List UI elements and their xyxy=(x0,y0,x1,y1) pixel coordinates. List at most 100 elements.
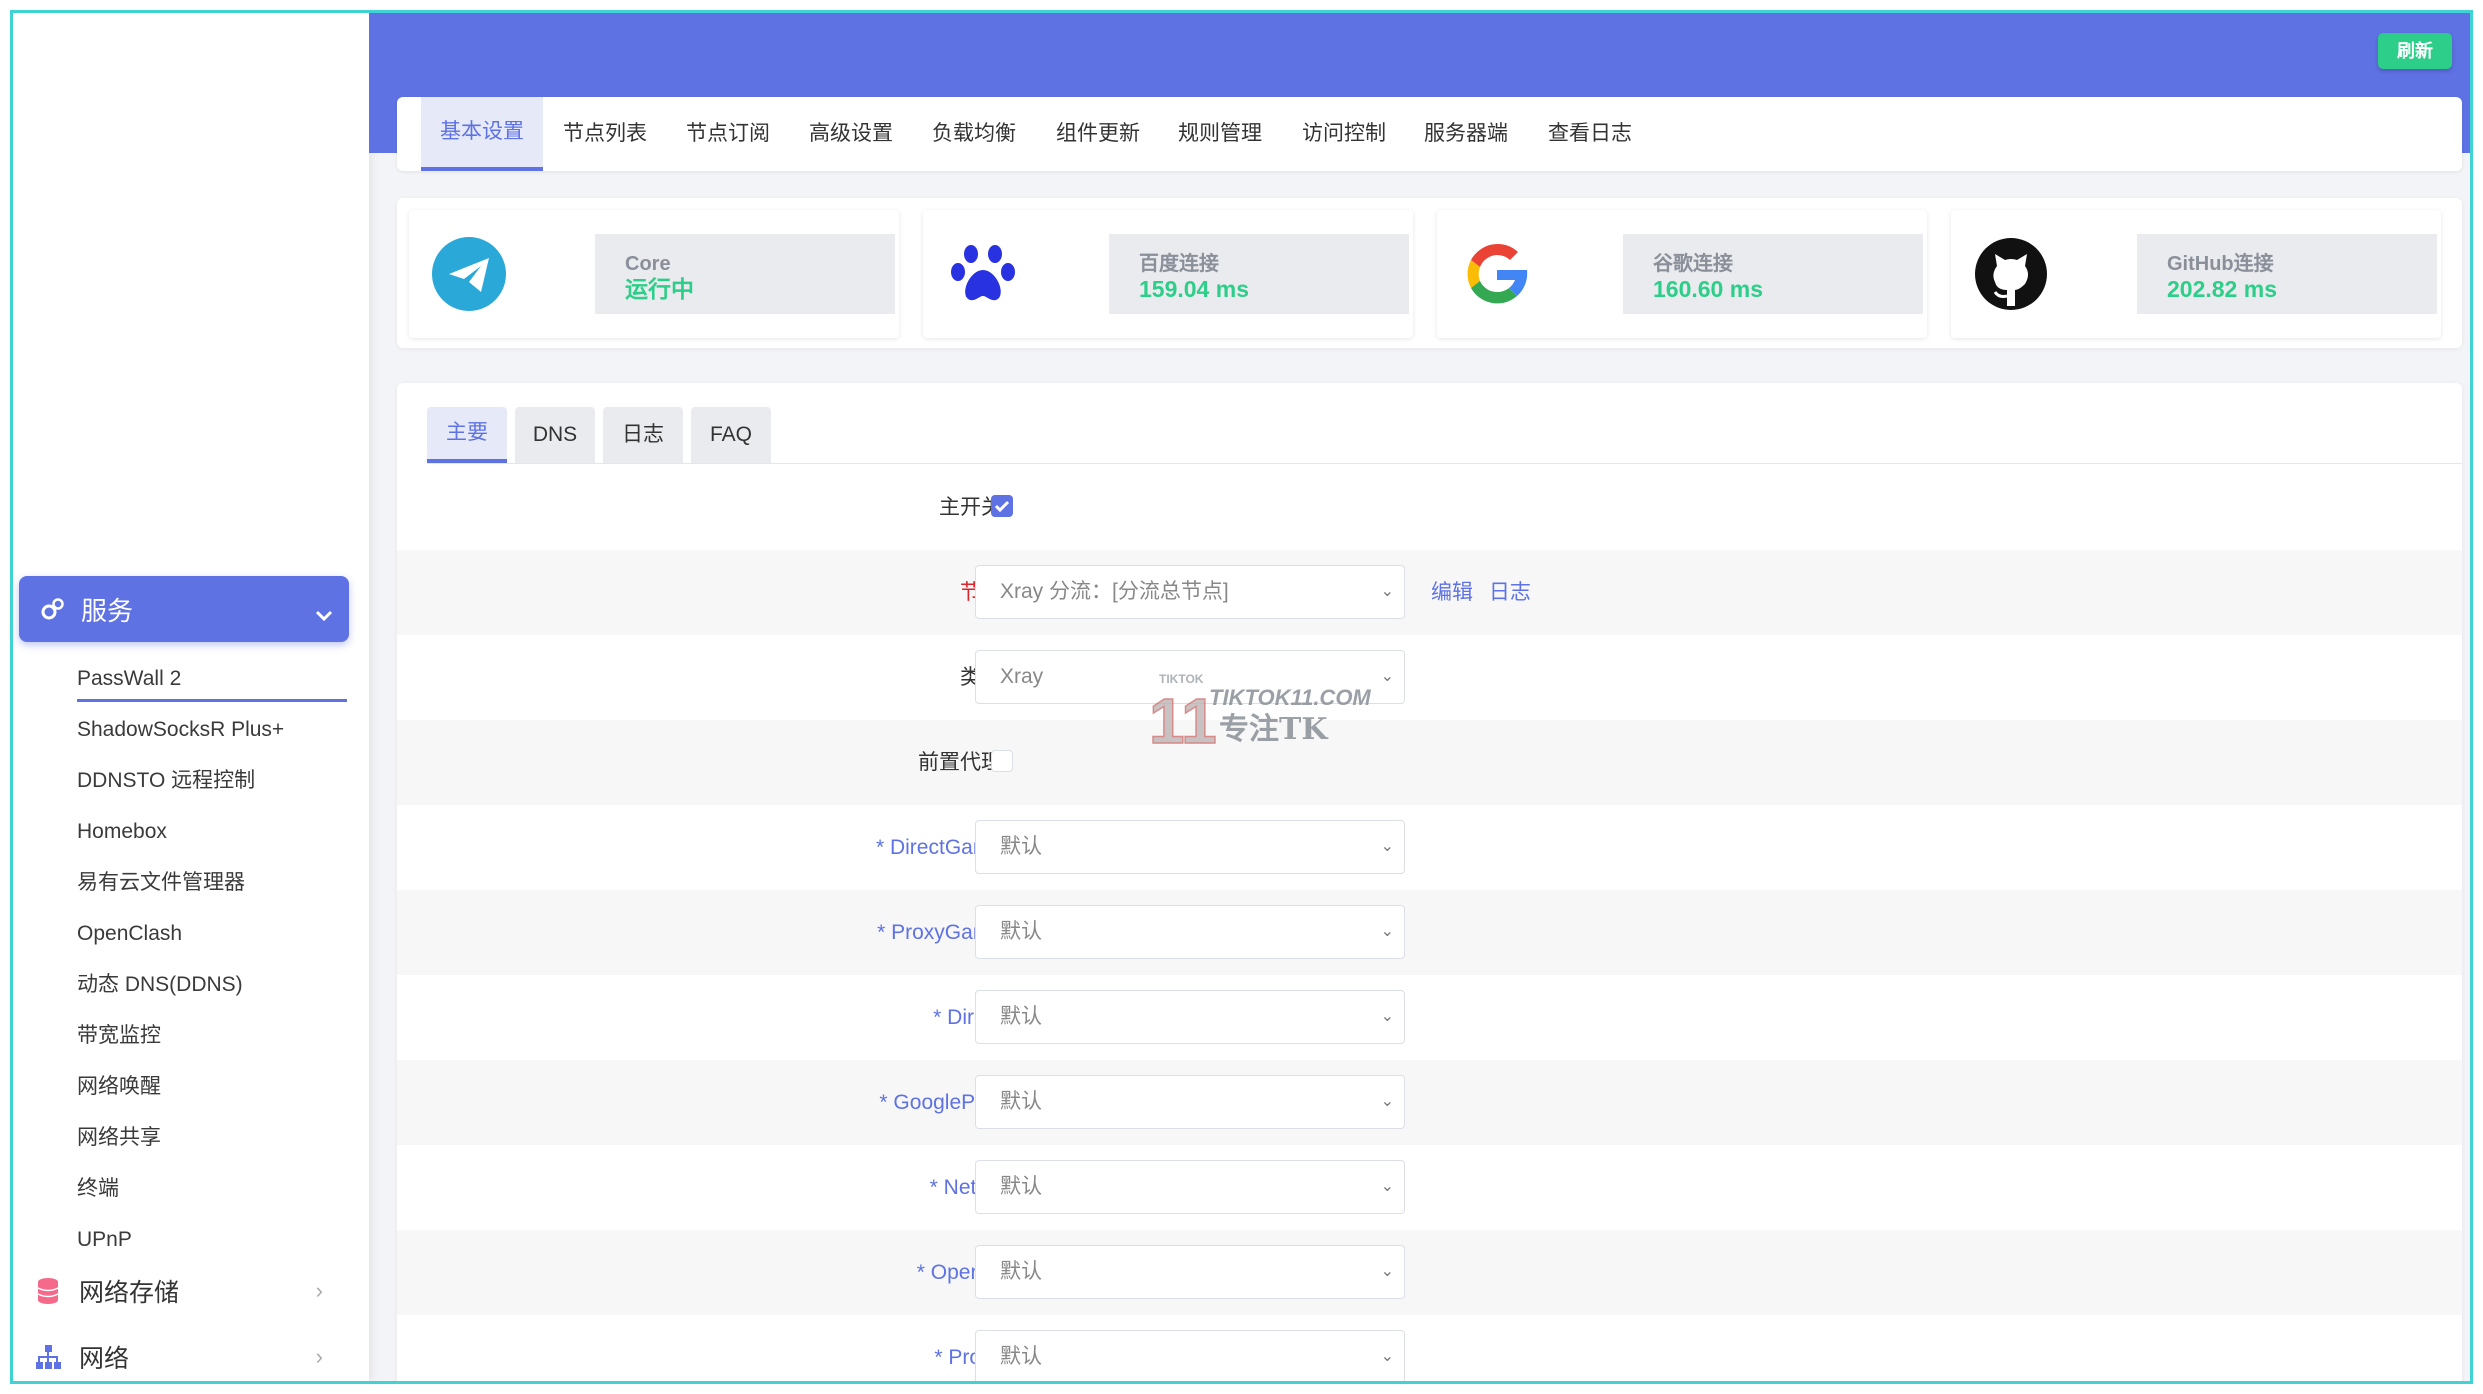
sidebar-category-label: 网络 xyxy=(79,1345,130,1373)
field-label: 前置代理 xyxy=(918,751,1002,774)
status-label: Core xyxy=(625,253,671,275)
rule-select[interactable]: 默认 ⌄ xyxy=(975,820,1405,874)
edit-link[interactable]: 编辑 xyxy=(1431,581,1473,604)
tab-view-log[interactable]: 查看日志 xyxy=(1529,97,1651,171)
rule-select-value: 默认 xyxy=(1000,1090,1042,1113)
main-switch-checkbox[interactable] xyxy=(991,495,1013,517)
pre-proxy-checkbox[interactable] xyxy=(991,750,1013,772)
form-row-rule: * ProxyGame 默认 ⌄ xyxy=(397,890,2462,975)
chevron-down-icon: ⌄ xyxy=(1380,1263,1394,1280)
tab-rule-manage[interactable]: 规则管理 xyxy=(1159,97,1281,171)
chevron-down-icon: ⌄ xyxy=(1380,923,1394,940)
rule-select[interactable]: 默认 ⌄ xyxy=(975,990,1405,1044)
subtab-main[interactable]: 主要 xyxy=(427,407,507,463)
rule-select[interactable]: 默认 ⌄ xyxy=(975,1330,1405,1381)
status-value: 运行中 xyxy=(625,276,694,302)
sidebar-item-ddnsto[interactable]: DDNSTO 远程控制 xyxy=(77,755,347,806)
type-select-value: Xray xyxy=(1000,665,1044,688)
form-row-rule: * Proxy 默认 ⌄ xyxy=(397,1315,2462,1381)
database-icon xyxy=(35,1277,63,1305)
baidu-paw-icon xyxy=(945,236,1021,312)
sidebar-section-label: 服务 xyxy=(81,595,134,626)
subtab-faq[interactable]: FAQ xyxy=(691,407,771,463)
node-select-value: Xray 分流：[分流总节点] xyxy=(1000,580,1229,603)
gears-icon xyxy=(39,595,67,623)
settings-form: 主要 DNS 日志 FAQ 主开关 节点 Xray 分流：[分流总节点] ⌄ 编… xyxy=(397,383,2462,1381)
sidebar: 服务 PassWall 2 ShadowSocksR Plus+ DDNSTO … xyxy=(13,13,369,1381)
sidebar-category-storage[interactable]: 网络存储 › xyxy=(13,1263,343,1319)
sidebar-item-upnp[interactable]: UPnP xyxy=(77,1214,347,1265)
sidebar-item-homebox[interactable]: Homebox xyxy=(77,806,347,857)
svg-text:TIKTOK: TIKTOK xyxy=(1159,672,1204,686)
tab-basic-settings[interactable]: 基本设置 xyxy=(421,97,543,171)
rule-select[interactable]: 默认 ⌄ xyxy=(975,1160,1405,1214)
tab-access-control[interactable]: 访问控制 xyxy=(1283,97,1405,171)
app-frame: 服务 PassWall 2 ShadowSocksR Plus+ DDNSTO … xyxy=(10,10,2473,1384)
status-panel: Core 运行中 百度连接 159.04 ms 谷歌连接 160.60 ms G… xyxy=(397,198,2462,348)
form-row-type: 类型 Xray ⌄ xyxy=(397,635,2462,720)
form-row-pre-proxy: 前置代理 xyxy=(397,720,2462,805)
status-value: 159.04 ms xyxy=(1139,276,1249,302)
form-row-node: 节点 Xray 分流：[分流总节点] ⌄ 编辑 日志 xyxy=(397,550,2462,635)
status-card-baidu: 百度连接 159.04 ms xyxy=(923,210,1413,338)
chevron-right-icon: › xyxy=(315,1278,323,1303)
rule-select-value: 默认 xyxy=(1000,1345,1042,1368)
form-row-main-switch: 主开关 xyxy=(397,465,2462,550)
chevron-down-icon: ⌄ xyxy=(1380,1008,1394,1025)
rule-select-value: 默认 xyxy=(1000,920,1042,943)
rule-select[interactable]: 默认 ⌄ xyxy=(975,905,1405,959)
tab-node-subscribe[interactable]: 节点订阅 xyxy=(667,97,789,171)
rule-select-value: 默认 xyxy=(1000,1005,1042,1028)
sitemap-icon xyxy=(35,1343,63,1371)
tab-node-list[interactable]: 节点列表 xyxy=(545,97,665,171)
status-label: 谷歌连接 xyxy=(1653,253,1733,275)
sidebar-item-openclash[interactable]: OpenClash xyxy=(77,908,347,959)
sidebar-item-linkease[interactable]: 易有云文件管理器 xyxy=(77,857,347,908)
status-card-github: GitHub连接 202.82 ms xyxy=(1951,210,2441,338)
chevron-down-icon: ⌄ xyxy=(1380,838,1394,855)
status-value: 202.82 ms xyxy=(2167,276,2277,302)
sidebar-category-label: 网络存储 xyxy=(79,1279,180,1307)
sidebar-category-network[interactable]: 网络 › xyxy=(13,1329,343,1381)
tab-advanced[interactable]: 高级设置 xyxy=(791,97,911,171)
chevron-down-icon: ⌄ xyxy=(1380,668,1394,685)
form-row-rule: * OpenAI 默认 ⌄ xyxy=(397,1230,2462,1315)
node-select[interactable]: Xray 分流：[分流总节点] ⌄ xyxy=(975,565,1405,619)
sidebar-section-services[interactable]: 服务 xyxy=(19,576,349,642)
sidebar-item-ssrplus[interactable]: ShadowSocksR Plus+ xyxy=(77,704,347,755)
svg-text:TIKTOK11.COM: TIKTOK11.COM xyxy=(1209,685,1371,710)
sidebar-item-passwall2[interactable]: PassWall 2 xyxy=(77,653,347,704)
google-icon xyxy=(1459,236,1535,312)
chevron-down-icon: ⌄ xyxy=(1380,583,1394,600)
form-row-rule: * Direct 默认 ⌄ xyxy=(397,975,2462,1060)
sidebar-sub-list: PassWall 2 ShadowSocksR Plus+ DDNSTO 远程控… xyxy=(77,653,347,1265)
rule-select[interactable]: 默认 ⌄ xyxy=(975,1245,1405,1299)
chevron-down-icon: ⌄ xyxy=(1380,1348,1394,1365)
form-row-rule: * GooglePlay 默认 ⌄ xyxy=(397,1060,2462,1145)
refresh-button[interactable]: 刷新 xyxy=(2378,33,2452,69)
form-row-rule: * Netflix 默认 ⌄ xyxy=(397,1145,2462,1230)
status-value: 160.60 ms xyxy=(1653,276,1763,302)
telegram-icon xyxy=(431,236,507,312)
sidebar-item-terminal[interactable]: 终端 xyxy=(77,1163,347,1214)
sidebar-item-network-share[interactable]: 网络共享 xyxy=(77,1112,347,1163)
watermark-logo: TIKTOK 11 TIKTOK11.COM 专注TK xyxy=(1148,667,1379,758)
svg-text:11: 11 xyxy=(1149,685,1217,757)
chevron-right-icon: › xyxy=(315,1344,323,1369)
github-icon xyxy=(1973,236,2049,312)
sidebar-item-ddns[interactable]: 动态 DNS(DDNS) xyxy=(77,959,347,1010)
status-card-core: Core 运行中 xyxy=(409,210,899,338)
log-link[interactable]: 日志 xyxy=(1489,581,1531,604)
subtab-dns[interactable]: DNS xyxy=(515,407,595,463)
sidebar-item-wol[interactable]: 网络唤醒 xyxy=(77,1061,347,1112)
divider xyxy=(427,463,2462,464)
subtab-log[interactable]: 日志 xyxy=(603,407,683,463)
rule-select[interactable]: 默认 ⌄ xyxy=(975,1075,1405,1129)
tab-load-balance[interactable]: 负载均衡 xyxy=(913,97,1035,171)
tab-server[interactable]: 服务器端 xyxy=(1405,97,1527,171)
status-label: 百度连接 xyxy=(1139,253,1219,275)
tab-component-update[interactable]: 组件更新 xyxy=(1037,97,1159,171)
rule-select-value: 默认 xyxy=(1000,1260,1042,1283)
form-row-rule: * DirectGame 默认 ⌄ xyxy=(397,805,2462,890)
sidebar-item-bandwidth[interactable]: 带宽监控 xyxy=(77,1010,347,1061)
